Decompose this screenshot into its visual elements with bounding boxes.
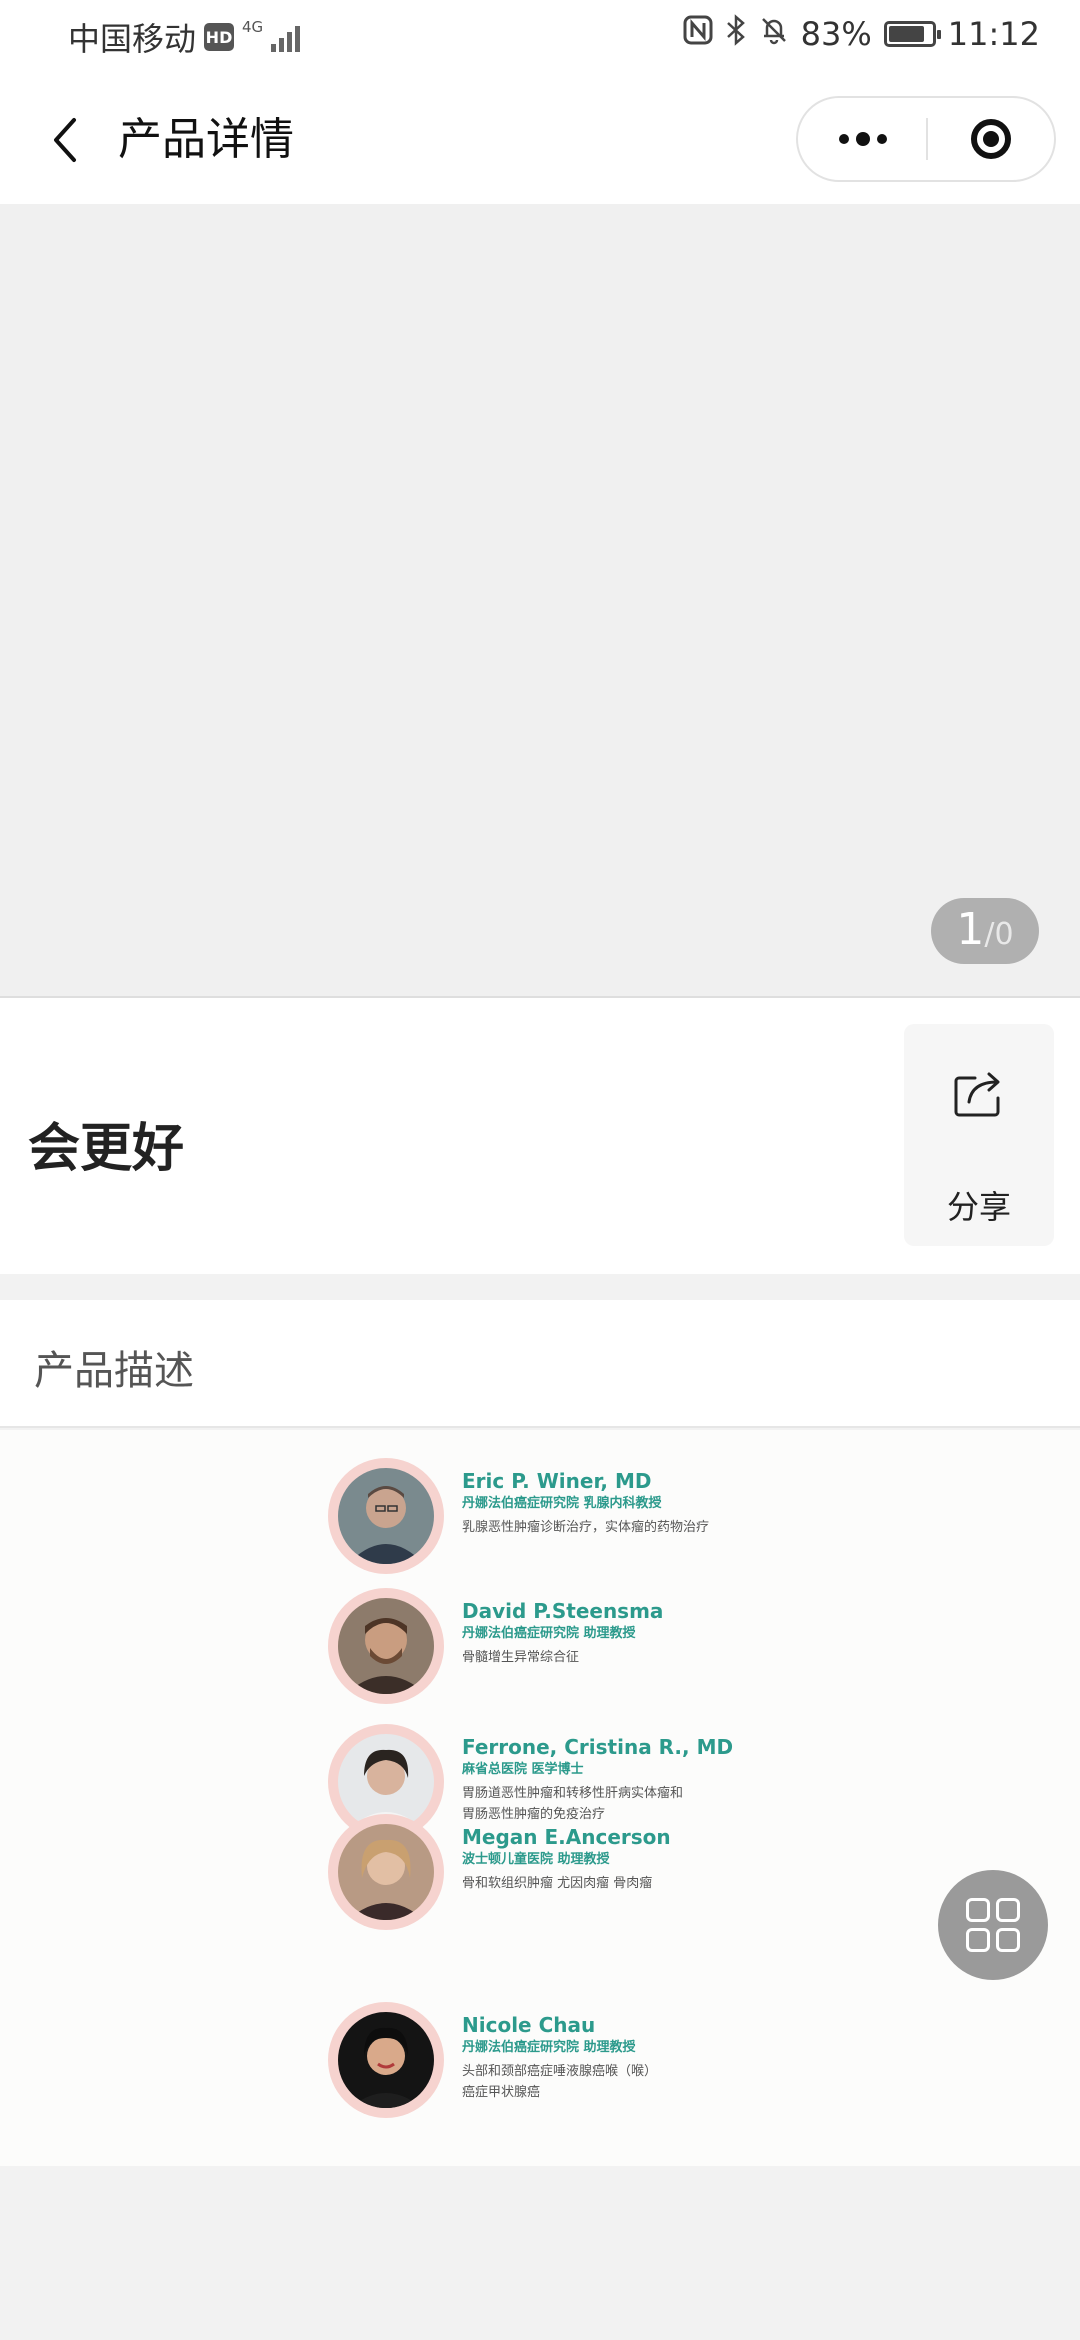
doctor-specialty-line: 胃肠恶性肿瘤的免疫治疗	[462, 1807, 606, 1822]
doctor-institution: 麻省总医院 医学博士	[462, 1762, 584, 1777]
doctor-specialty: 乳腺恶性肿瘤诊断治疗，实体瘤的药物治疗	[462, 1520, 710, 1535]
description-title: 产品描述	[34, 1348, 194, 1394]
carrier-name: 中国移动	[68, 20, 197, 58]
network-type: 4G	[242, 18, 264, 36]
status-right: 83% 11:12	[683, 14, 1040, 53]
clock-time: 11:12	[947, 14, 1040, 53]
nfc-icon	[683, 15, 713, 52]
doctor-institution: 丹娜法伯癌症研究院 乳腺内科教授	[462, 1496, 662, 1511]
more-button[interactable]	[798, 98, 928, 180]
carousel-current: 1	[956, 904, 985, 955]
doctor-specialty: 头部和颈部癌症唾液腺癌喉（喉） 癌症甲状腺癌	[462, 2061, 752, 2103]
doctor-specialty: 骨髓增生异常综合征	[462, 1650, 580, 1665]
product-image-carousel[interactable]: 1 / 0	[0, 204, 1080, 998]
navigation-bar: 产品详情	[0, 76, 1080, 204]
page-title: 产品详情	[118, 114, 294, 165]
product-title-section: 会更好 分享	[0, 998, 1080, 1274]
more-dots-icon	[839, 132, 887, 146]
doctor-avatar	[328, 1458, 444, 1574]
doctor-name: David P.Steensma	[462, 1599, 664, 1623]
doctor-avatar	[328, 1814, 444, 1930]
doctor-avatar	[328, 2002, 444, 2118]
doctor-specialty-line: 胃肠道恶性肿瘤和转移性肝病实体瘤和	[462, 1786, 684, 1801]
product-name: 会更好	[28, 1119, 185, 1179]
back-button[interactable]	[36, 108, 96, 172]
doctor-name: Nicole Chau	[462, 2013, 596, 2037]
description-header: 产品描述	[0, 1300, 1080, 1428]
share-label: 分享	[946, 1188, 1011, 1226]
doctor-specialty-line: 头部和颈部癌症唾液腺癌喉（喉）	[462, 2064, 658, 2079]
close-target-icon	[971, 119, 1011, 159]
back-arrow-icon	[54, 118, 76, 162]
battery-level	[888, 25, 924, 42]
doctor-institution: 波士顿儿童医院 助理教授	[462, 1852, 610, 1867]
doctor-institution: 丹娜法伯癌症研究院 助理教授	[462, 1626, 636, 1641]
description-image: Eric P. Winer, MD 丹娜法伯癌症研究院 乳腺内科教授 乳腺恶性肿…	[0, 1430, 1080, 2166]
share-button[interactable]: 分享	[904, 1024, 1054, 1246]
mute-bell-icon	[759, 15, 789, 52]
doctor-specialty-line: 癌症甲状腺癌	[462, 2085, 541, 2100]
doctor-institution: 丹娜法伯癌症研究院 助理教授	[462, 2040, 636, 2055]
bluetooth-icon	[725, 14, 747, 53]
battery-icon	[883, 20, 941, 47]
carousel-separator: /	[984, 917, 995, 952]
doctor-specialty: 骨和软组织肿瘤 尤因肉瘤 骨肉瘤	[462, 1876, 653, 1891]
grid-menu-button[interactable]	[938, 1870, 1048, 1980]
mini-program-capsule	[796, 96, 1056, 182]
status-left: 中国移动 HD 4G	[68, 14, 301, 60]
doctor-name: Megan E.Ancerson	[462, 1825, 671, 1849]
share-icon	[954, 1072, 1000, 1117]
carousel-total: 0	[994, 917, 1014, 952]
doctor-name: Eric P. Winer, MD	[462, 1469, 652, 1493]
close-button[interactable]	[928, 98, 1054, 180]
doctor-specialty: 胃肠道恶性肿瘤和转移性肝病实体瘤和 胃肠恶性肿瘤的免疫治疗	[462, 1783, 752, 1825]
grid-icon	[966, 1898, 1020, 1952]
battery-percent: 83%	[800, 14, 872, 53]
status-bar: 中国移动 HD 4G 83% 11:12	[0, 0, 1080, 76]
signal-icon	[271, 22, 301, 52]
doctor-name: Ferrone, Cristina R., MD	[462, 1735, 734, 1759]
carousel-indicator: 1 / 0	[931, 898, 1039, 964]
hd-badge: HD	[204, 23, 235, 51]
doctor-avatar	[328, 1588, 444, 1704]
